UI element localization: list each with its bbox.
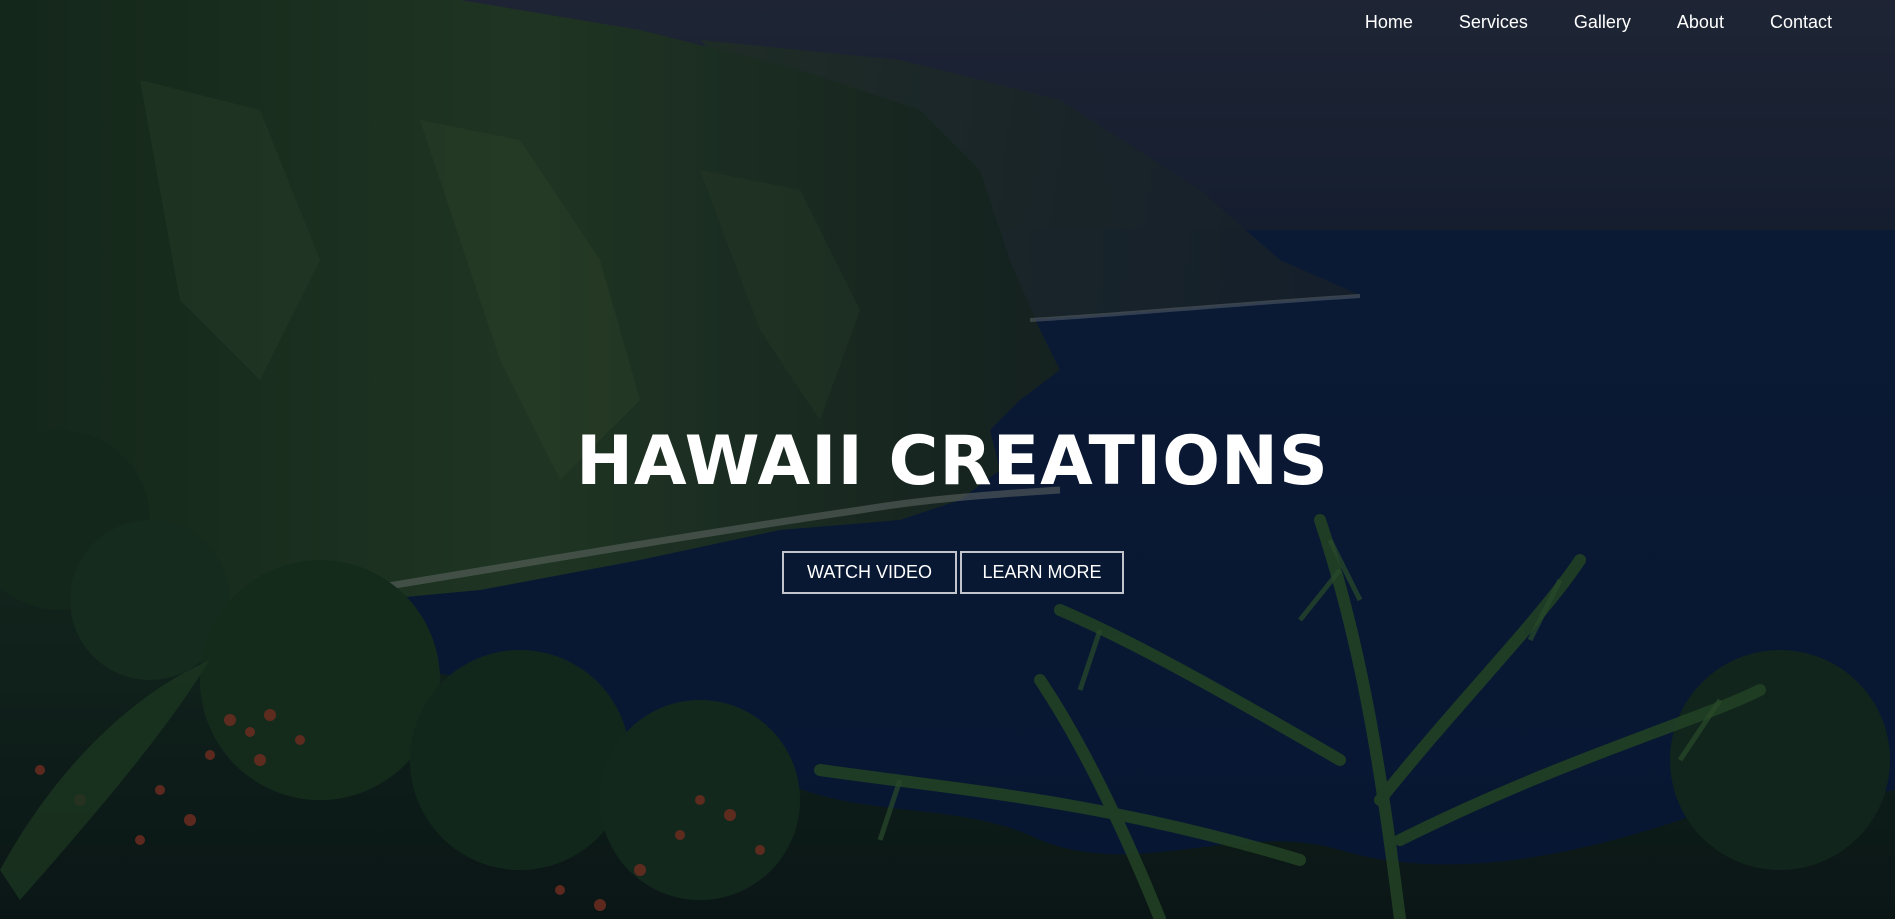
nav-about-link[interactable]: About bbox=[1677, 10, 1724, 34]
nav-gallery-link[interactable]: Gallery bbox=[1574, 10, 1631, 34]
watch-video-button[interactable]: WATCH VIDEO bbox=[782, 551, 957, 594]
hero-section: Home Services Gallery About Contact HAWA… bbox=[0, 0, 1895, 919]
nav-home-link[interactable]: Home bbox=[1365, 10, 1413, 34]
hero-cta-group: WATCH VIDEO LEARN MORE bbox=[782, 551, 1124, 594]
learn-more-button[interactable]: LEARN MORE bbox=[960, 551, 1124, 594]
top-navigation: Home Services Gallery About Contact bbox=[1319, 10, 1832, 34]
nav-contact-link[interactable]: Contact bbox=[1770, 10, 1832, 34]
hero-title: HAWAII CREATIONS bbox=[576, 422, 1329, 501]
nav-services-link[interactable]: Services bbox=[1459, 10, 1528, 34]
